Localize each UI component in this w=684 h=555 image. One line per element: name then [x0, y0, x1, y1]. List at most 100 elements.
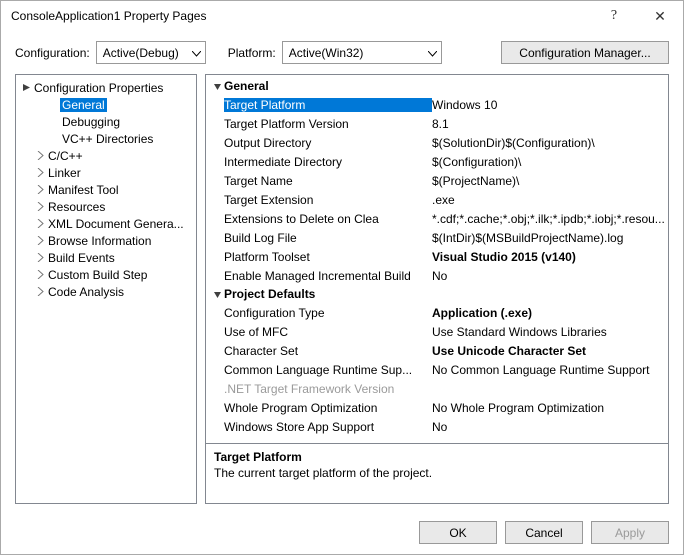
tree-item[interactable]: General: [16, 96, 197, 113]
group-expander-icon: [210, 82, 224, 91]
ok-button[interactable]: OK: [419, 521, 497, 544]
tree-item-label: Resources: [46, 200, 107, 214]
property-value: Application (.exe): [432, 306, 668, 320]
help-button[interactable]: ?: [591, 1, 637, 31]
property-value: Windows 10: [432, 98, 668, 112]
tree-item[interactable]: Build Events: [16, 249, 197, 266]
expander-icon: [34, 287, 46, 296]
tree-item[interactable]: Debugging: [16, 113, 197, 130]
tree-item-label: VC++ Directories: [60, 132, 155, 146]
tree-root[interactable]: Configuration Properties: [16, 79, 197, 96]
tree-item-label: Build Events: [46, 251, 117, 265]
property-row[interactable]: Character SetUse Unicode Character Set: [206, 341, 668, 360]
configuration-combo[interactable]: Active(Debug): [96, 41, 206, 64]
property-name: Character Set: [224, 344, 432, 358]
tree-item[interactable]: VC++ Directories: [16, 130, 197, 147]
property-name: Build Log File: [224, 231, 432, 245]
tree-item-label: Linker: [46, 166, 83, 180]
property-row[interactable]: Whole Program OptimizationNo Whole Progr…: [206, 398, 668, 417]
expander-icon: [34, 236, 46, 245]
property-name: Whole Program Optimization: [224, 401, 432, 415]
apply-label: Apply: [615, 526, 645, 540]
property-row[interactable]: Target Name$(ProjectName)\: [206, 171, 668, 190]
property-row[interactable]: .NET Target Framework Version: [206, 379, 668, 398]
property-name: Intermediate Directory: [224, 155, 432, 169]
expander-icon: [34, 219, 46, 228]
description-pane: Target Platform The current target platf…: [205, 444, 669, 504]
window-title: ConsoleApplication1 Property Pages: [11, 9, 591, 23]
dialog-footer: OK Cancel Apply: [419, 521, 669, 544]
property-row[interactable]: Target Extension.exe: [206, 190, 668, 209]
group-expander-icon: [210, 290, 224, 299]
property-group-header[interactable]: General: [206, 77, 668, 95]
property-name: Use of MFC: [224, 325, 432, 339]
property-grid[interactable]: GeneralTarget PlatformWindows 10Target P…: [205, 74, 669, 444]
expander-icon: [34, 202, 46, 211]
help-icon: ?: [611, 8, 617, 24]
property-value: 8.1: [432, 117, 668, 131]
property-row[interactable]: Use of MFCUse Standard Windows Libraries: [206, 322, 668, 341]
property-row[interactable]: Target PlatformWindows 10: [206, 95, 668, 114]
property-row[interactable]: Platform ToolsetVisual Studio 2015 (v140…: [206, 247, 668, 266]
property-name: Target Platform Version: [224, 117, 432, 131]
cancel-button[interactable]: Cancel: [505, 521, 583, 544]
property-row[interactable]: Intermediate Directory$(Configuration)\: [206, 152, 668, 171]
property-value: Visual Studio 2015 (v140): [432, 250, 668, 264]
platform-combo[interactable]: Active(Win32): [282, 41, 442, 64]
cancel-label: Cancel: [525, 526, 562, 540]
tree-item[interactable]: Linker: [16, 164, 197, 181]
tree-item[interactable]: Browse Information: [16, 232, 197, 249]
configuration-manager-button[interactable]: Configuration Manager...: [501, 41, 669, 64]
tree-root-label: Configuration Properties: [32, 81, 165, 95]
property-value: Use Standard Windows Libraries: [432, 325, 668, 339]
property-row[interactable]: Output Directory$(SolutionDir)$(Configur…: [206, 133, 668, 152]
tree-item-label: XML Document Genera...: [46, 217, 186, 231]
tree-item-label: Custom Build Step: [46, 268, 149, 282]
chevron-down-icon: [192, 46, 201, 60]
expander-icon: [34, 253, 46, 262]
property-value: $(SolutionDir)$(Configuration)\: [432, 136, 668, 150]
expander-icon: [34, 185, 46, 194]
config-toolbar: Configuration: Active(Debug) Platform: A…: [1, 31, 683, 74]
property-row[interactable]: Extensions to Delete on Clea*.cdf;*.cach…: [206, 209, 668, 228]
close-button[interactable]: ✕: [637, 1, 683, 31]
property-name: .NET Target Framework Version: [224, 382, 432, 396]
nav-tree[interactable]: Configuration PropertiesGeneral Debugging…: [15, 74, 197, 504]
tree-item-label: Debugging: [60, 115, 122, 129]
property-value: No: [432, 420, 668, 434]
description-title: Target Platform: [214, 450, 660, 464]
tree-item[interactable]: Custom Build Step: [16, 266, 197, 283]
configuration-manager-label: Configuration Manager...: [519, 46, 650, 60]
property-row[interactable]: Build Log File$(IntDir)$(MSBuildProjectN…: [206, 228, 668, 247]
property-value: $(ProjectName)\: [432, 174, 668, 188]
property-name: Output Directory: [224, 136, 432, 150]
property-row[interactable]: Target Platform Version8.1: [206, 114, 668, 133]
tree-item[interactable]: Resources: [16, 198, 197, 215]
expander-icon: [34, 151, 46, 160]
tree-item[interactable]: XML Document Genera...: [16, 215, 197, 232]
property-row[interactable]: Common Language Runtime Sup...No Common …: [206, 360, 668, 379]
expander-icon: [34, 168, 46, 177]
property-name: Configuration Type: [224, 306, 432, 320]
property-row[interactable]: Configuration TypeApplication (.exe): [206, 303, 668, 322]
description-text: The current target platform of the proje…: [214, 466, 660, 480]
tree-item[interactable]: Code Analysis: [16, 283, 197, 300]
property-row[interactable]: Windows Store App SupportNo: [206, 417, 668, 436]
titlebar: ConsoleApplication1 Property Pages ? ✕: [1, 1, 683, 31]
tree-item-label: Code Analysis: [46, 285, 126, 299]
property-group-header[interactable]: Project Defaults: [206, 285, 668, 303]
expander-icon: [34, 270, 46, 279]
tree-item[interactable]: C/C++: [16, 147, 197, 164]
apply-button[interactable]: Apply: [591, 521, 669, 544]
tree-item[interactable]: Manifest Tool: [16, 181, 197, 198]
tree-item-label: Browse Information: [46, 234, 153, 248]
property-name: Target Extension: [224, 193, 432, 207]
property-value: Use Unicode Character Set: [432, 344, 668, 358]
expander-open-icon: [20, 83, 32, 92]
property-name: Target Name: [224, 174, 432, 188]
platform-value: Active(Win32): [289, 46, 364, 60]
group-name: General: [224, 79, 269, 93]
tree-item-label: C/C++: [46, 149, 85, 163]
group-name: Project Defaults: [224, 287, 315, 301]
property-row[interactable]: Enable Managed Incremental BuildNo: [206, 266, 668, 285]
